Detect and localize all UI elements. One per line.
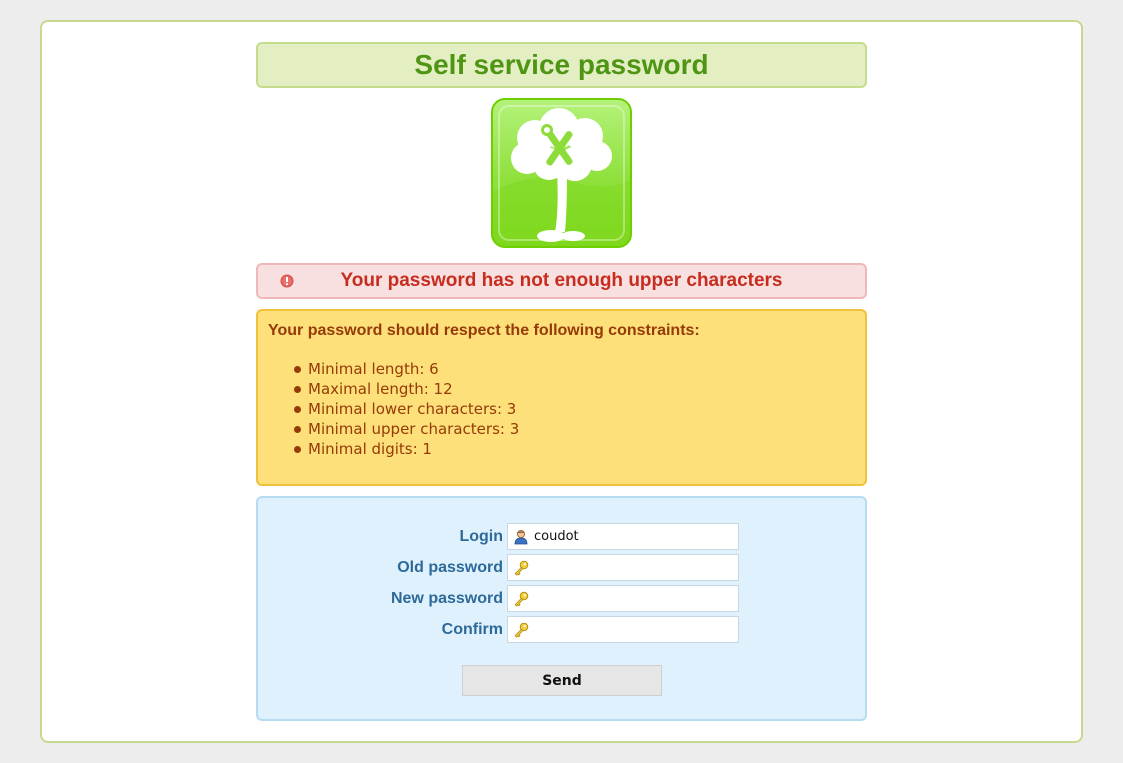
confirm-input[interactable]	[532, 617, 736, 642]
key-icon	[513, 560, 529, 576]
change-password-form: Login Old password	[256, 496, 867, 721]
constraint-item: Minimal digits: 1	[293, 439, 519, 459]
constraint-item: Maximal length: 12	[293, 379, 519, 399]
old-password-label: Old password	[397, 559, 503, 576]
send-button[interactable]: Send	[462, 665, 662, 696]
error-message: Your password has not enough upper chara…	[340, 270, 783, 291]
new-password-label: New password	[390, 590, 503, 607]
user-icon	[513, 529, 529, 545]
key-icon	[513, 591, 529, 607]
constraint-item: Minimal length: 6	[293, 359, 519, 379]
login-row: Login	[258, 523, 865, 550]
key-icon	[513, 622, 529, 638]
old-password-field-wrap	[507, 554, 739, 581]
constraints-title: Your password should respect the followi…	[268, 322, 700, 339]
password-constraints-box: Your password should respect the followi…	[256, 309, 867, 486]
tree-wrench-logo-icon	[491, 98, 632, 248]
new-password-input[interactable]	[532, 586, 736, 611]
error-message-box: Your password has not enough upper chara…	[256, 263, 867, 299]
constraints-list: Minimal length: 6 Maximal length: 12 Min…	[293, 359, 520, 459]
login-field-wrap	[507, 523, 739, 550]
new-password-row: New password	[258, 585, 865, 612]
old-password-input[interactable]	[532, 555, 736, 580]
constraint-item: Minimal upper characters: 3	[293, 420, 520, 438]
constraint-item: Minimal lower characters: 3	[293, 399, 519, 419]
confirm-label: Confirm	[441, 621, 503, 638]
confirm-field-wrap	[507, 616, 739, 643]
login-input[interactable]	[532, 524, 736, 549]
login-label: Login	[459, 528, 503, 545]
old-password-row: Old password	[258, 554, 865, 581]
new-password-field-wrap	[507, 585, 739, 612]
page-title: Self service password	[256, 42, 867, 88]
confirm-row: Confirm	[258, 616, 865, 643]
